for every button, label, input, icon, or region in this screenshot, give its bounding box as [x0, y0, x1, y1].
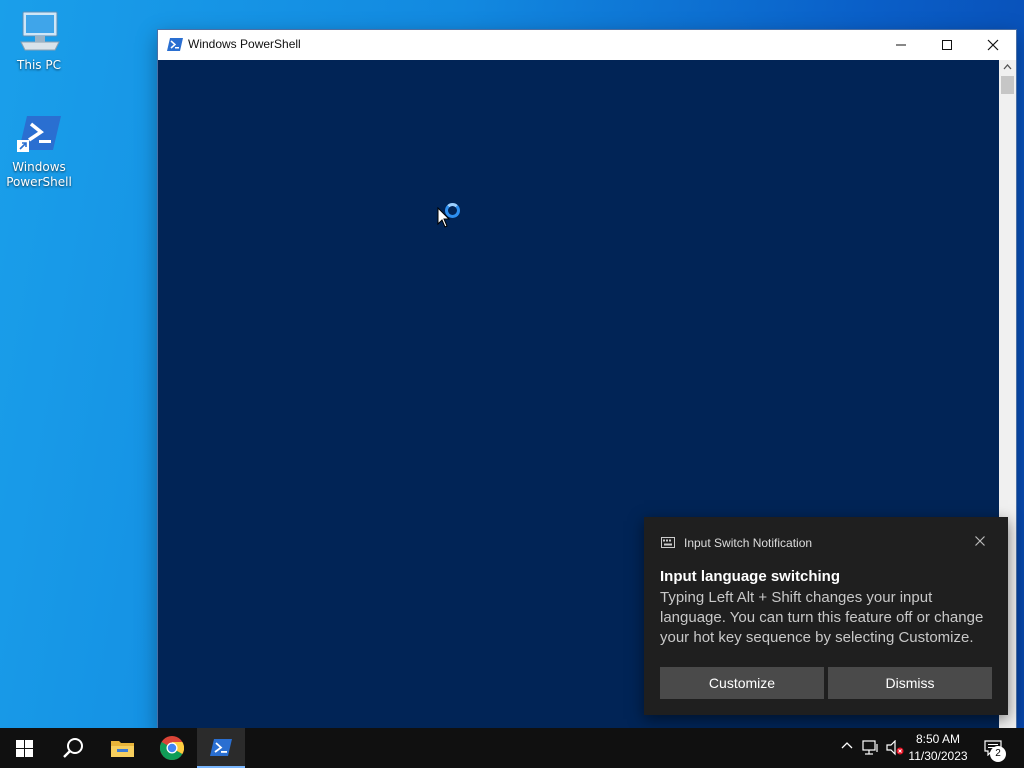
taskbar-chrome[interactable]: [148, 728, 196, 768]
scrollbar-thumb[interactable]: [1001, 76, 1014, 94]
clock-date: 11/30/2023: [908, 749, 968, 763]
taskbar-file-explorer[interactable]: [98, 728, 146, 768]
clock-time: 8:50 AM: [915, 732, 961, 746]
keyboard-icon: [661, 537, 675, 548]
file-explorer-icon: [111, 741, 134, 757]
maximize-icon: [942, 40, 952, 50]
minimize-icon: [896, 44, 906, 46]
window-titlebar[interactable]: Windows PowerShell: [158, 30, 1016, 60]
powershell-icon: [167, 38, 183, 51]
chevron-up-icon: [841, 742, 853, 749]
taskbar-clock[interactable]: 8:50 AM 11/30/2023: [904, 731, 972, 765]
chrome-icon: [160, 736, 184, 760]
dismiss-button[interactable]: Dismiss: [828, 667, 992, 699]
network-button[interactable]: [860, 728, 882, 768]
input-switch-notification[interactable]: Input Switch Notification Input language…: [644, 517, 1008, 715]
desktop-icon-this-pc[interactable]: This PC: [0, 8, 78, 73]
minimize-button[interactable]: [878, 30, 924, 60]
taskbar: 8:50 AM 11/30/2023: [0, 728, 1024, 768]
close-icon: [975, 536, 985, 546]
start-icon: [16, 740, 33, 757]
computer-icon: [15, 8, 63, 56]
close-icon: [987, 39, 999, 51]
maximize-button[interactable]: [924, 30, 970, 60]
customize-button[interactable]: Customize: [660, 667, 824, 699]
scroll-up-arrow-icon[interactable]: [1003, 64, 1012, 70]
taskbar-powershell[interactable]: [197, 728, 245, 768]
busy-spinner-icon: [445, 203, 460, 218]
notification-close-button[interactable]: [970, 531, 990, 551]
notification-app-name: Input Switch Notification: [684, 536, 813, 550]
start-button[interactable]: [0, 728, 48, 768]
volume-muted-icon: [886, 740, 904, 756]
notification-heading: Input language switching: [660, 568, 840, 585]
desktop-icon-label: This PC: [17, 58, 61, 72]
volume-button[interactable]: [884, 728, 906, 768]
show-hidden-icons-button[interactable]: [838, 728, 858, 768]
close-button[interactable]: [970, 30, 1016, 60]
search-button[interactable]: [48, 728, 96, 768]
search-icon: [63, 738, 83, 758]
powershell-icon: [15, 110, 63, 158]
window-title: Windows PowerShell: [188, 37, 301, 51]
notification-body: Typing Left Alt + Shift changes your inp…: [660, 589, 984, 646]
desktop-icon-windows-powershell[interactable]: Windows PowerShell: [0, 110, 78, 190]
powershell-icon: [210, 739, 232, 756]
notification-count-badge: 2: [990, 746, 1006, 762]
network-icon: [862, 740, 878, 755]
desktop-icon-label: Windows PowerShell: [6, 160, 72, 189]
